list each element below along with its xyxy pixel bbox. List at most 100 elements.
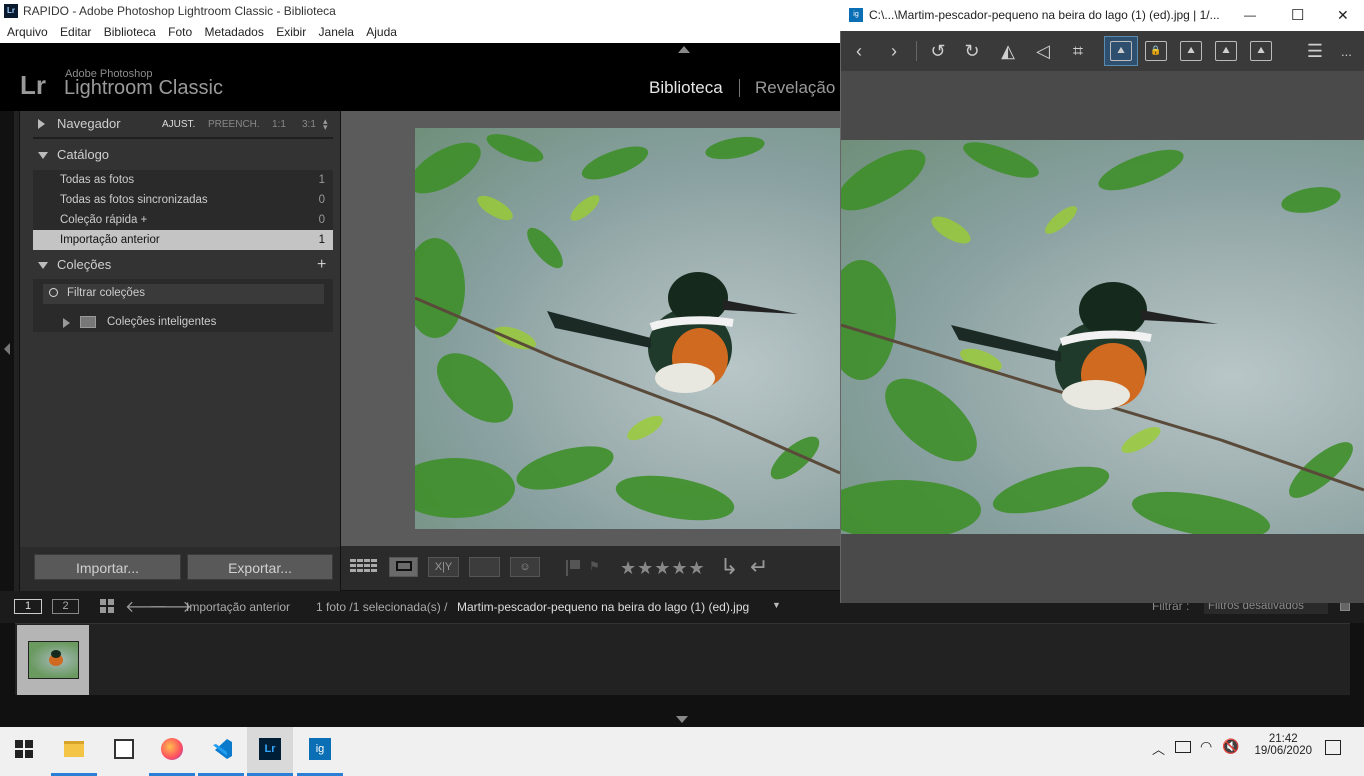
catalog-row-all-photos[interactable]: Todas as fotos 1 bbox=[33, 170, 333, 190]
keyboard-icon[interactable] bbox=[1175, 741, 1191, 753]
menu-exibir[interactable]: Exibir bbox=[276, 25, 306, 39]
catalog-collapse-icon[interactable] bbox=[38, 152, 48, 159]
menu-editar[interactable]: Editar bbox=[60, 25, 91, 39]
rotate-ccw-icon[interactable]: ↺ bbox=[925, 31, 951, 71]
secondary-screen-button[interactable]: 2 bbox=[52, 599, 79, 614]
filmstrip-source[interactable]: Importação anterior bbox=[186, 600, 290, 614]
windows-start-icon[interactable] bbox=[15, 740, 33, 758]
rotate-right-icon[interactable]: ↵ bbox=[750, 554, 768, 580]
collections-title[interactable]: Coleções bbox=[57, 257, 111, 272]
main-photo[interactable] bbox=[415, 128, 840, 529]
flag-pick-icon[interactable] bbox=[566, 560, 580, 576]
filmstrip bbox=[15, 623, 1350, 695]
catalog-row-label: Coleção rápida + bbox=[60, 214, 148, 226]
file-explorer-icon[interactable] bbox=[51, 727, 97, 776]
add-collection-icon[interactable]: + bbox=[317, 256, 326, 274]
next-image-icon[interactable]: › bbox=[881, 31, 907, 71]
catalog-row-previous-import[interactable]: Importação anterior 1 bbox=[33, 230, 333, 250]
menu-foto[interactable]: Foto bbox=[168, 25, 192, 39]
filter-collections-field[interactable]: Filtrar coleções bbox=[43, 284, 324, 304]
flip-vertical-icon[interactable]: ◁ bbox=[1030, 31, 1056, 71]
rotate-left-icon[interactable]: ↳ bbox=[720, 554, 738, 580]
left-panel-edge bbox=[14, 111, 19, 591]
collections-collapse-icon[interactable] bbox=[38, 262, 48, 269]
collapse-left-panel-icon[interactable] bbox=[4, 343, 10, 355]
grid-icon[interactable] bbox=[100, 599, 114, 613]
navigator-expand-icon[interactable] bbox=[38, 119, 45, 129]
smart-collections-label[interactable]: Coleções inteligentes bbox=[107, 316, 216, 328]
toolbar-divider bbox=[916, 41, 917, 61]
primary-screen-button[interactable]: 1 bbox=[14, 599, 42, 614]
catalog-title[interactable]: Catálogo bbox=[57, 147, 109, 162]
menu-arquivo[interactable]: Arquivo bbox=[7, 25, 48, 39]
thumbnail-image bbox=[28, 641, 79, 679]
zoom-3-1[interactable]: 3:1 bbox=[302, 119, 316, 130]
flip-horizontal-icon[interactable]: ◭ bbox=[995, 31, 1021, 71]
minimize-button[interactable]: — bbox=[1244, 0, 1256, 31]
fit-width-icon[interactable]: ⛰ bbox=[1180, 41, 1202, 61]
rotate-cw-icon[interactable]: ↻ bbox=[959, 31, 985, 71]
menu-icon[interactable]: ☰ bbox=[1302, 31, 1328, 71]
volume-muted-icon[interactable]: 🔇 bbox=[1222, 738, 1239, 755]
survey-view-icon[interactable] bbox=[469, 557, 500, 577]
zoom-stepper-icon[interactable]: ▴ ▾ bbox=[323, 117, 328, 132]
image-viewer-taskbar-icon[interactable]: ig bbox=[297, 727, 343, 776]
viewer-title: C:\...\Martim-pescador-pequeno na beira … bbox=[869, 8, 1220, 22]
filename-dropdown-icon[interactable]: ▼ bbox=[772, 600, 781, 610]
catalog-row-count: 0 bbox=[318, 214, 325, 226]
more-options-icon[interactable]: ... bbox=[1341, 44, 1352, 59]
import-button[interactable]: Importar... bbox=[34, 554, 181, 580]
show-hidden-icons-icon[interactable]: ︿ bbox=[1152, 739, 1165, 758]
export-button[interactable]: Exportar... bbox=[187, 554, 333, 580]
smart-collections-expand-icon[interactable] bbox=[63, 318, 70, 328]
zoom-1-1[interactable]: 1:1 bbox=[272, 119, 286, 130]
flag-reject-icon[interactable]: ⚑ bbox=[589, 559, 600, 573]
firefox-icon[interactable] bbox=[149, 727, 195, 776]
collection-set-icon bbox=[80, 316, 96, 328]
viewer-toolbar bbox=[841, 31, 1364, 71]
lightroom-taskbar-label: Lr bbox=[259, 738, 281, 760]
lightroom-title-bar: Lr RAPIDO - Adobe Photoshop Lightroom Cl… bbox=[0, 0, 840, 22]
loupe-view-icon[interactable] bbox=[389, 557, 418, 577]
previous-image-icon[interactable]: ‹ bbox=[846, 31, 872, 71]
menu-metadados[interactable]: Metadados bbox=[204, 25, 263, 39]
collapse-top-panel-icon[interactable] bbox=[678, 46, 690, 53]
zoom-fit[interactable]: AJUST. bbox=[162, 119, 195, 130]
collapse-filmstrip-icon[interactable] bbox=[676, 716, 688, 723]
catalog-row-quick-collection[interactable]: Coleção rápida + 0 bbox=[33, 210, 333, 230]
lightroom-app-icon: Lr bbox=[4, 4, 18, 18]
filmstrip-filename[interactable]: Martim-pescador-pequeno na beira do lago… bbox=[457, 600, 749, 614]
navigator-divider bbox=[33, 137, 333, 139]
filmstrip-thumbnail[interactable] bbox=[17, 625, 89, 695]
filmstrip-status: 1 foto /1 selecionada(s) / bbox=[316, 600, 448, 614]
maximize-button[interactable]: ☐ bbox=[1291, 0, 1304, 31]
grid-view-icon[interactable] bbox=[349, 557, 379, 577]
catalog-row-count: 0 bbox=[318, 194, 325, 206]
taskbar-clock[interactable]: 21:42 19/06/2020 bbox=[1254, 733, 1312, 757]
close-button[interactable]: ✕ bbox=[1337, 0, 1349, 31]
navigator-title[interactable]: Navegador bbox=[57, 116, 121, 131]
vscode-icon[interactable] bbox=[198, 727, 244, 776]
viewer-photo[interactable] bbox=[841, 140, 1364, 534]
notifications-icon[interactable] bbox=[1325, 740, 1341, 755]
fit-image-icon[interactable]: ⛰ bbox=[1110, 41, 1132, 61]
module-revelacao[interactable]: Revelação bbox=[755, 78, 835, 98]
wifi-icon[interactable]: ◠ bbox=[1200, 738, 1212, 755]
actual-size-icon[interactable]: ⛰ bbox=[1250, 41, 1272, 61]
viewer-title-bar: ig C:\...\Martim-pescador-pequeno na bei… bbox=[840, 0, 1364, 31]
crop-icon[interactable]: ⌗ bbox=[1065, 31, 1091, 71]
lightroom-taskbar-icon[interactable]: Lr bbox=[247, 727, 293, 776]
compare-view-icon[interactable]: X|Y bbox=[428, 557, 459, 577]
module-biblioteca[interactable]: Biblioteca bbox=[649, 78, 723, 98]
lock-zoom-icon[interactable]: 🔒 bbox=[1145, 41, 1167, 61]
menu-bar: Arquivo Editar Biblioteca Foto Metadados… bbox=[0, 22, 840, 43]
fit-height-icon[interactable]: ⛰ bbox=[1215, 41, 1237, 61]
zoom-fill[interactable]: PREENCH. bbox=[208, 119, 260, 130]
menu-ajuda[interactable]: Ajuda bbox=[366, 25, 397, 39]
menu-biblioteca[interactable]: Biblioteca bbox=[104, 25, 156, 39]
catalog-row-synced[interactable]: Todas as fotos sincronizadas 0 bbox=[33, 190, 333, 210]
menu-janela[interactable]: Janela bbox=[319, 25, 354, 39]
calendar-icon[interactable] bbox=[101, 727, 147, 776]
star-rating[interactable]: ★★★★★ bbox=[620, 558, 706, 579]
people-view-icon[interactable]: ☺ bbox=[510, 557, 540, 577]
